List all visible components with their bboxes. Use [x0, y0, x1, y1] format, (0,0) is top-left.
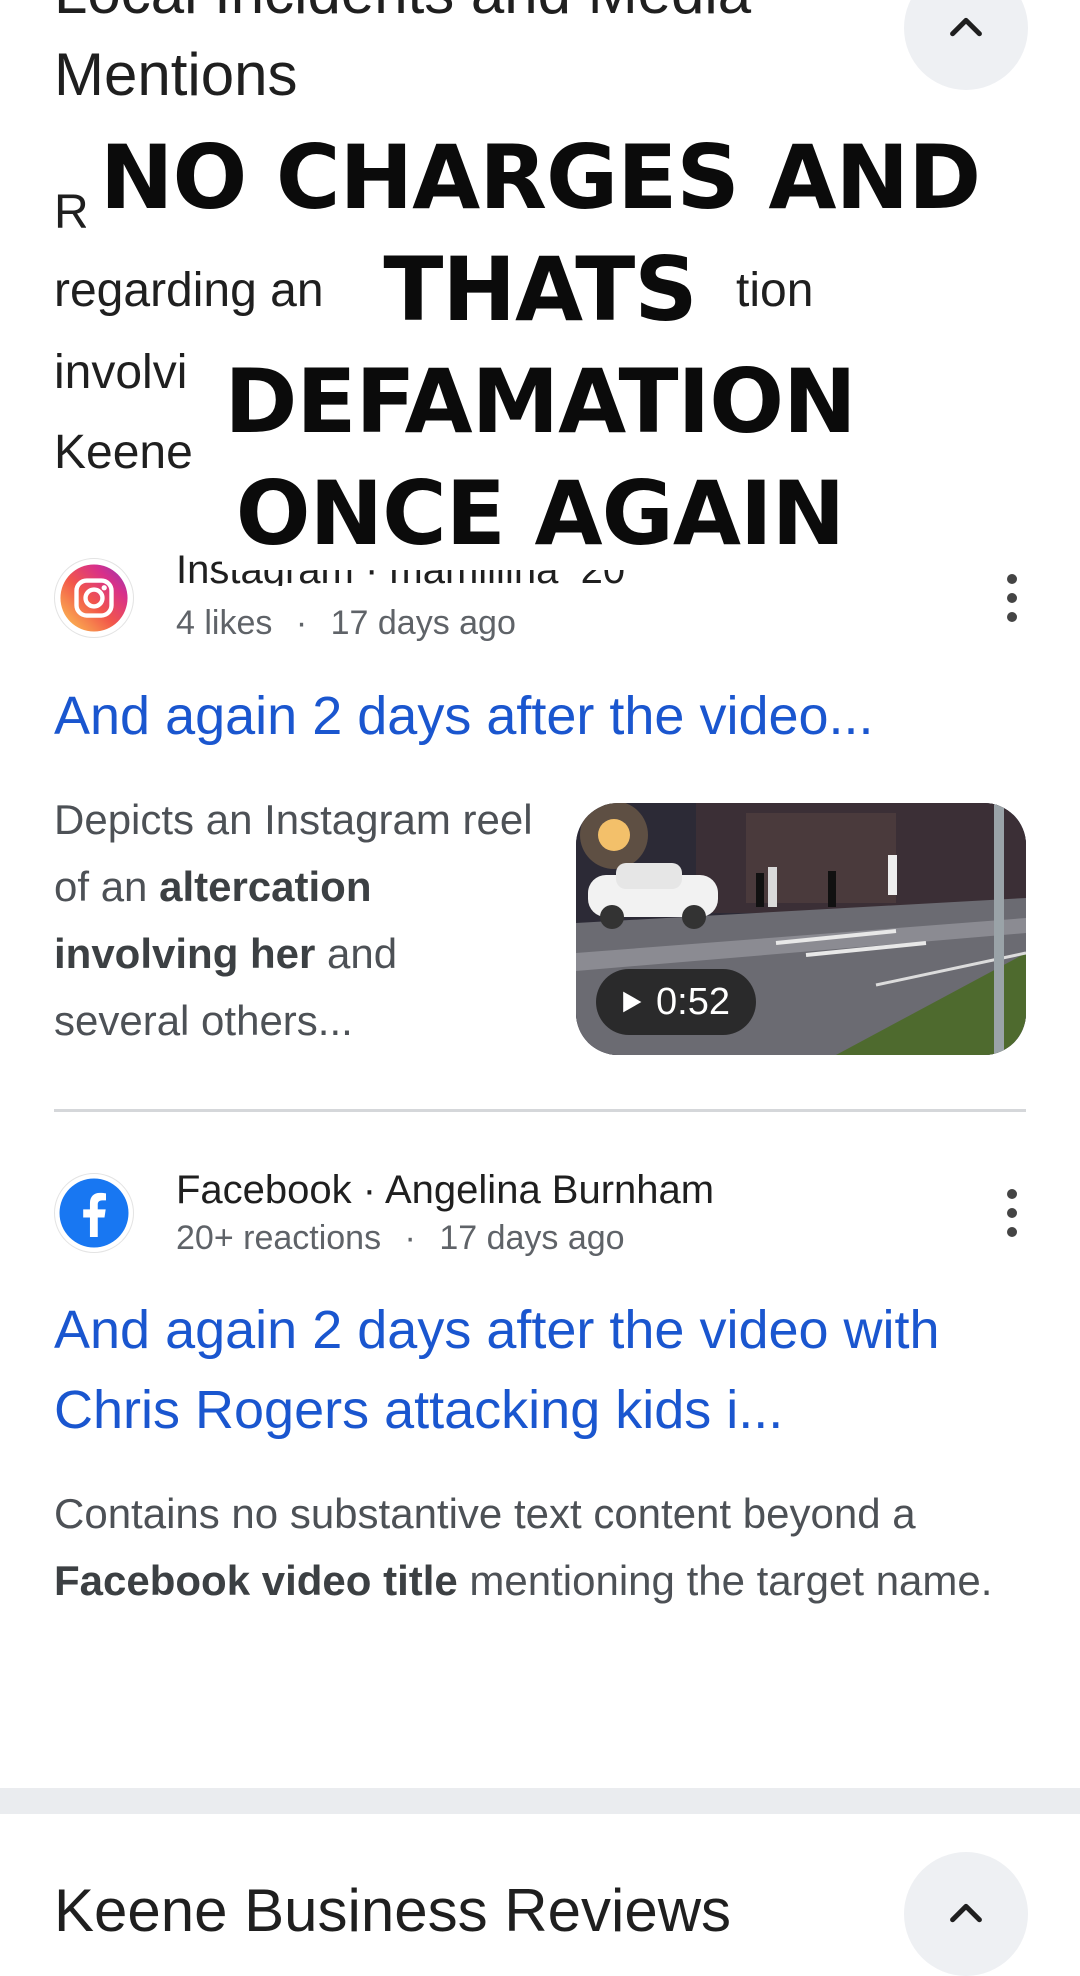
- engagement-count: 4 likes: [176, 604, 273, 642]
- meta-separator: ·: [404, 1219, 416, 1257]
- result-title-link[interactable]: And again 2 days after the video with Ch…: [54, 1290, 1014, 1450]
- result-title-link[interactable]: And again 2 days after the video...: [54, 676, 1034, 756]
- result-snippet: Depicts an Instagram reel of an altercat…: [54, 796, 533, 1044]
- more-options-button[interactable]: [992, 1183, 1032, 1243]
- play-icon: [623, 991, 642, 1013]
- video-duration: 0:52: [656, 980, 730, 1023]
- post-age: 17 days ago: [330, 604, 516, 642]
- chevron-up-icon: [950, 17, 982, 37]
- collapse-section-button[interactable]: [904, 1852, 1028, 1976]
- instagram-favicon[interactable]: [54, 558, 134, 638]
- more-options-button[interactable]: [992, 568, 1032, 628]
- engagement-count: 20+ reactions: [176, 1219, 382, 1257]
- video-duration-badge: 0:52: [596, 969, 756, 1035]
- overlay-caption-line1: NO CHARGES AND: [0, 122, 1080, 234]
- post-age: 17 days ago: [439, 1219, 625, 1257]
- video-thumbnail[interactable]: 0:52: [576, 803, 1026, 1055]
- facebook-icon: [59, 1178, 129, 1248]
- result-meta: 20+ reactions · 17 days ago: [176, 1219, 625, 1258]
- section-title: Keene Business Reviews: [54, 1877, 732, 1944]
- overlay-caption-line4: ONCE AGAIN: [0, 458, 1080, 570]
- instagram-icon: [60, 564, 128, 632]
- overlay-caption-line2: THATS: [0, 234, 1080, 346]
- more-vert-icon: [1007, 574, 1017, 584]
- meta-separator: ·: [295, 604, 308, 642]
- chevron-up-icon: [950, 1903, 982, 1923]
- more-vert-icon: [1007, 1189, 1017, 1199]
- section-title-line2: Mentions: [54, 41, 298, 108]
- facebook-favicon[interactable]: [54, 1173, 134, 1253]
- collapse-section-button[interactable]: [904, 0, 1028, 90]
- overlay-caption-line3: DEFAMATION: [0, 346, 1080, 458]
- result-divider: [54, 1109, 1026, 1112]
- result-snippet: Contains no substantive text content bey…: [54, 1490, 993, 1604]
- result-source[interactable]: Facebook · Angelina Burnham: [176, 1168, 714, 1213]
- section-separator: [0, 1788, 1080, 1814]
- section-title-line1: Local Incidents and Media: [54, 0, 751, 32]
- result-meta: 4 likes · 17 days ago: [176, 604, 516, 643]
